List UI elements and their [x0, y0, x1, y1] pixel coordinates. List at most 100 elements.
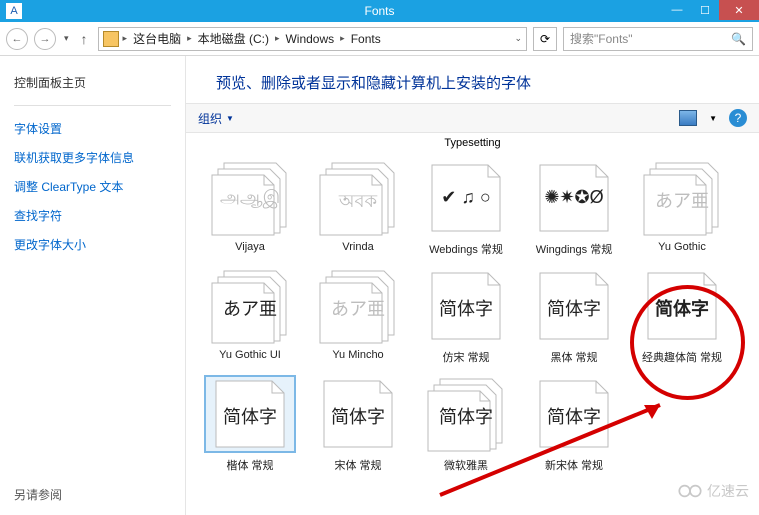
font-item[interactable]: 简体字经典趣体简 常规	[628, 267, 736, 365]
search-icon: 🔍	[731, 32, 746, 46]
font-name-label: Yu Gothic	[658, 241, 706, 253]
font-preview-text: 简体字	[528, 295, 620, 321]
font-preview-text: 简体字	[204, 403, 296, 429]
font-preview-text: あア亜	[312, 295, 404, 321]
font-name-label: Vijaya	[235, 241, 265, 253]
sidebar-link-cleartype[interactable]: 调整 ClearType 文本	[14, 178, 171, 195]
font-thumbnail: 简体字	[636, 267, 728, 345]
chevron-down-icon[interactable]: ▼	[709, 114, 717, 123]
font-thumbnail: ✔ ♫ ○	[420, 159, 512, 237]
history-dropdown[interactable]: ▾	[62, 33, 71, 44]
font-item[interactable]: あア亜 Yu Mincho	[304, 267, 412, 365]
sidebar-link-font-settings[interactable]: 字体设置	[14, 120, 171, 137]
font-name-label: 微软雅黑	[444, 457, 488, 473]
font-name-label: Yu Gothic UI	[219, 349, 281, 361]
font-item[interactable]: অবক Vrinda	[304, 159, 412, 257]
font-thumbnail: あア亜	[204, 267, 296, 345]
refresh-button[interactable]: ⟳	[533, 27, 557, 51]
close-button[interactable]: ✕	[719, 0, 759, 20]
font-preview-text: ✔ ♫ ○	[420, 187, 512, 208]
font-preview-text: 简体字	[420, 403, 512, 429]
font-thumbnail: 简体字	[420, 267, 512, 345]
font-preview-text: அஆஇ	[204, 187, 296, 210]
font-item[interactable]: あア亜 Yu Gothic UI	[196, 267, 304, 365]
font-item[interactable]: 简体字宋体 常规	[304, 375, 412, 473]
back-button[interactable]: ←	[6, 28, 28, 50]
watermark-text: 亿速云	[707, 481, 749, 501]
font-item[interactable]: 简体字仿宋 常规	[412, 267, 520, 365]
search-placeholder: 搜索"Fonts"	[570, 30, 633, 47]
font-name-label: 楷体 常规	[226, 457, 273, 473]
font-item[interactable]: அஆஇ Vijaya	[196, 159, 304, 257]
main-panel: 预览、删除或者显示和隐藏计算机上安装的字体 组织 ▼ ▼ ? Typesetti…	[185, 56, 759, 515]
organize-label: 组织	[198, 110, 222, 127]
search-input[interactable]: 搜索"Fonts" 🔍	[563, 27, 753, 51]
titlebar: A Fonts — ☐ ✕	[0, 0, 759, 22]
font-thumbnail: ✺✷✪Ø	[528, 159, 620, 237]
minimize-button[interactable]: —	[663, 0, 691, 20]
font-name-label: Yu Mincho	[332, 349, 383, 361]
font-thumbnail: あア亜	[636, 159, 728, 237]
font-name-label: Vrinda	[342, 241, 373, 253]
up-button[interactable]: ↑	[77, 31, 92, 47]
font-thumbnail: অবক	[312, 159, 404, 237]
font-name-label: 仿宋 常规	[442, 349, 489, 365]
chevron-right-icon: ▸	[340, 33, 345, 44]
navigation-toolbar: ← → ▾ ↑ ▸ 这台电脑 ▸ 本地磁盘 (C:) ▸ Windows ▸ F…	[0, 22, 759, 56]
help-button[interactable]: ?	[729, 109, 747, 127]
address-bar[interactable]: ▸ 这台电脑 ▸ 本地磁盘 (C:) ▸ Windows ▸ Fonts ⌄	[98, 27, 527, 51]
maximize-button[interactable]: ☐	[691, 0, 719, 20]
font-name-label: 宋体 常规	[334, 457, 381, 473]
font-preview-text: অবক	[312, 187, 404, 218]
sidebar-link-online-fonts[interactable]: 联机获取更多字体信息	[14, 149, 171, 166]
font-grid: Typesetting அஆஇ Vijaya অবক Vrinda ✔ ♫ ○ Webdi…	[186, 133, 759, 515]
font-item[interactable]: あア亜 Yu Gothic	[628, 159, 736, 257]
forward-button[interactable]: →	[34, 28, 56, 50]
page-title: 预览、删除或者显示和隐藏计算机上安装的字体	[186, 56, 759, 103]
category-label: Typesetting	[196, 137, 749, 149]
font-thumbnail: 简体字	[204, 375, 296, 453]
sidebar-link-find-char[interactable]: 查找字符	[14, 207, 171, 224]
organize-button[interactable]: 组织 ▼	[198, 110, 234, 127]
sidebar: 控制面板主页 字体设置 联机获取更多字体信息 调整 ClearType 文本 查…	[0, 56, 185, 515]
chevron-right-icon: ▸	[187, 33, 192, 44]
font-thumbnail: அஆஇ	[204, 159, 296, 237]
chevron-right-icon: ▸	[275, 33, 280, 44]
font-preview-text: ✺✷✪Ø	[528, 187, 620, 208]
font-preview-text: あア亜	[636, 187, 728, 213]
font-item[interactable]: 简体字楷体 常规	[196, 375, 304, 473]
font-preview-text: あア亜	[204, 295, 296, 321]
font-thumbnail: 简体字	[312, 375, 404, 453]
window-controls: — ☐ ✕	[663, 0, 759, 20]
breadcrumb-item[interactable]: Windows	[283, 32, 336, 46]
font-thumbnail: 简体字	[528, 267, 620, 345]
font-item[interactable]: ✔ ♫ ○ Webdings 常规	[412, 159, 520, 257]
font-item[interactable]: ✺✷✪Ø Wingdings 常规	[520, 159, 628, 257]
font-item[interactable]: 简体字新宋体 常规	[520, 375, 628, 473]
chevron-down-icon: ▼	[226, 114, 234, 123]
divider	[14, 105, 171, 106]
sidebar-link-change-size[interactable]: 更改字体大小	[14, 236, 171, 253]
address-dropdown-icon[interactable]: ⌄	[514, 33, 522, 44]
see-also-label: 另请参阅	[14, 486, 62, 503]
breadcrumb-item[interactable]: Fonts	[349, 32, 383, 46]
font-item[interactable]: 简体字黑体 常规	[520, 267, 628, 365]
font-preview-text: 简体字	[312, 403, 404, 429]
window-title: Fonts	[364, 4, 394, 18]
watermark-icon	[677, 483, 703, 499]
font-thumbnail: 简体字	[528, 375, 620, 453]
font-thumbnail: あア亜	[312, 267, 404, 345]
font-name-label: Wingdings 常规	[536, 241, 612, 257]
sidebar-heading[interactable]: 控制面板主页	[14, 74, 171, 91]
font-preview-text: 简体字	[636, 295, 728, 321]
breadcrumb-item[interactable]: 这台电脑	[131, 30, 183, 47]
view-options-button[interactable]	[679, 110, 697, 126]
font-preview-text: 简体字	[420, 295, 512, 321]
font-name-label: Webdings 常规	[429, 241, 503, 257]
chevron-right-icon: ▸	[123, 33, 128, 44]
font-thumbnail: 简体字	[420, 375, 512, 453]
watermark: 亿速云	[677, 481, 749, 501]
font-name-label: 经典趣体简 常规	[642, 349, 722, 365]
breadcrumb-item[interactable]: 本地磁盘 (C:)	[196, 30, 271, 47]
font-item[interactable]: 简体字微软雅黑	[412, 375, 520, 473]
